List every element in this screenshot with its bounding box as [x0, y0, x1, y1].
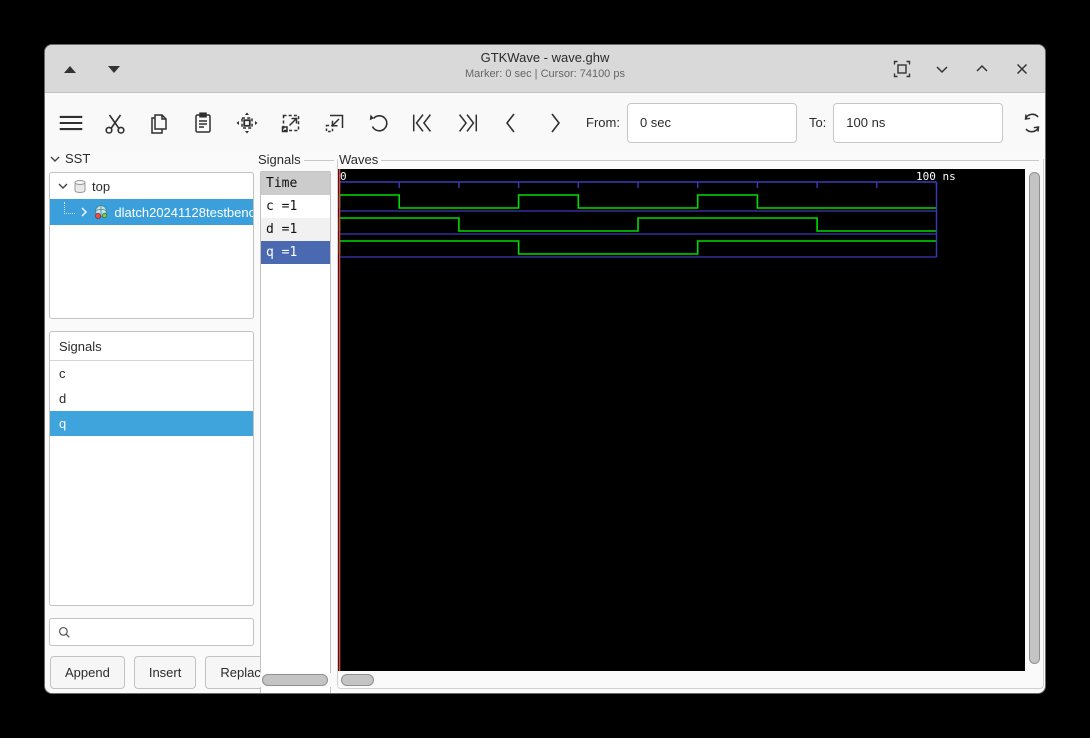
wave-canvas[interactable]: 0 100 ns	[338, 169, 1025, 671]
database-icon	[73, 179, 87, 194]
to-label: To:	[808, 115, 827, 130]
frame-line	[303, 159, 334, 161]
timeline-start-label: 0	[340, 170, 347, 183]
scissors-icon	[105, 114, 125, 134]
scrollbar-thumb[interactable]	[262, 674, 328, 686]
zoom-in-button[interactable]	[278, 110, 304, 136]
signals-panel-label: Signals	[258, 152, 301, 167]
hamburger-menu-icon	[59, 115, 83, 130]
copy-button[interactable]	[146, 110, 172, 136]
tree-label: top	[92, 178, 111, 194]
time-header-row[interactable]: Time	[261, 172, 330, 195]
signal-names-panel: Time c =1 d =1 q =1	[260, 171, 331, 693]
sst-tree: top dlatch20241128testbench	[49, 172, 254, 319]
maximize-button[interactable]	[971, 58, 993, 80]
skip-to-end-icon	[458, 113, 478, 132]
paste-button[interactable]	[190, 110, 216, 136]
signal-browser: Signals c d q	[49, 331, 254, 606]
signal-value-row-c[interactable]: c =1	[261, 195, 330, 218]
waves-v-scrollbar[interactable]	[1027, 169, 1043, 671]
chevron-down-icon	[936, 66, 948, 74]
zoom-out-icon	[325, 114, 344, 132]
toolbar: From: To:	[45, 94, 1045, 151]
tree-row-top[interactable]: top	[50, 173, 253, 199]
chevron-down-icon[interactable]	[56, 180, 70, 192]
skip-end-button[interactable]	[454, 110, 480, 136]
waves-h-scrollbar[interactable]	[338, 673, 1025, 687]
chevron-left-icon	[505, 113, 515, 132]
chevron-down-icon	[50, 156, 60, 162]
wave-svg	[338, 169, 938, 671]
tree-guide-line	[64, 202, 76, 214]
undo-button[interactable]	[366, 110, 392, 136]
minimize-button[interactable]	[931, 58, 953, 80]
skip-start-button[interactable]	[410, 110, 436, 136]
scrollbar-thumb[interactable]	[1029, 172, 1040, 664]
from-label: From:	[586, 115, 620, 130]
undo-icon	[369, 114, 388, 132]
search-icon	[58, 626, 70, 638]
sst-label: SST	[65, 151, 91, 166]
scrollbar-thumb[interactable]	[341, 674, 374, 686]
clipboard-icon	[195, 111, 211, 133]
skip-to-start-icon	[412, 113, 432, 132]
timeline-end-label: 100 ns	[916, 170, 956, 183]
chevron-right-icon	[551, 113, 561, 132]
signal-item-q[interactable]: q	[50, 411, 253, 436]
signal-search[interactable]	[49, 618, 254, 646]
tree-row-dlatch[interactable]: dlatch20241128testbench	[50, 199, 253, 225]
fit-window-button[interactable]	[891, 58, 913, 80]
frame-line	[381, 159, 1039, 161]
signal-item-d[interactable]: d	[50, 386, 253, 411]
zoom-out-button[interactable]	[322, 110, 348, 136]
signal-item-c[interactable]: c	[50, 361, 253, 386]
module-icon	[93, 204, 109, 220]
step-back-button[interactable]	[498, 110, 524, 136]
menu-button[interactable]	[58, 110, 84, 136]
names-h-scrollbar[interactable]	[260, 673, 331, 687]
zoom-in-icon	[281, 114, 300, 132]
from-input[interactable]	[626, 102, 797, 143]
copy-icon	[151, 113, 167, 134]
reload-icon	[1025, 113, 1040, 132]
chevron-up-icon	[976, 64, 988, 72]
step-forward-button[interactable]	[542, 110, 568, 136]
chevron-right-icon[interactable]	[77, 206, 90, 218]
cut-button[interactable]	[102, 110, 128, 136]
append-button[interactable]: Append	[50, 656, 125, 689]
reload-button[interactable]	[1019, 110, 1045, 136]
tree-label: dlatch20241128testbench	[114, 204, 253, 220]
gtkwave-window: GTKWave - wave.ghw Marker: 0 sec | Curso…	[44, 44, 1046, 694]
close-icon	[1016, 63, 1028, 75]
sst-expander[interactable]: SST	[49, 151, 90, 166]
close-button[interactable]	[1011, 58, 1033, 80]
signal-value-row-q[interactable]: q =1	[261, 241, 330, 264]
zoom-fit-button[interactable]	[234, 110, 260, 136]
to-input[interactable]	[833, 102, 1004, 143]
search-input[interactable]	[77, 619, 253, 645]
zoom-fit-icon	[236, 112, 258, 133]
insert-button[interactable]: Insert	[133, 656, 197, 689]
fit-window-icon	[893, 60, 911, 78]
waves-panel-label: Waves	[339, 152, 379, 167]
signal-value-row-d[interactable]: d =1	[261, 218, 330, 241]
titlebar[interactable]: GTKWave - wave.ghw Marker: 0 sec | Curso…	[45, 45, 1045, 93]
signal-browser-header: Signals	[50, 332, 253, 361]
